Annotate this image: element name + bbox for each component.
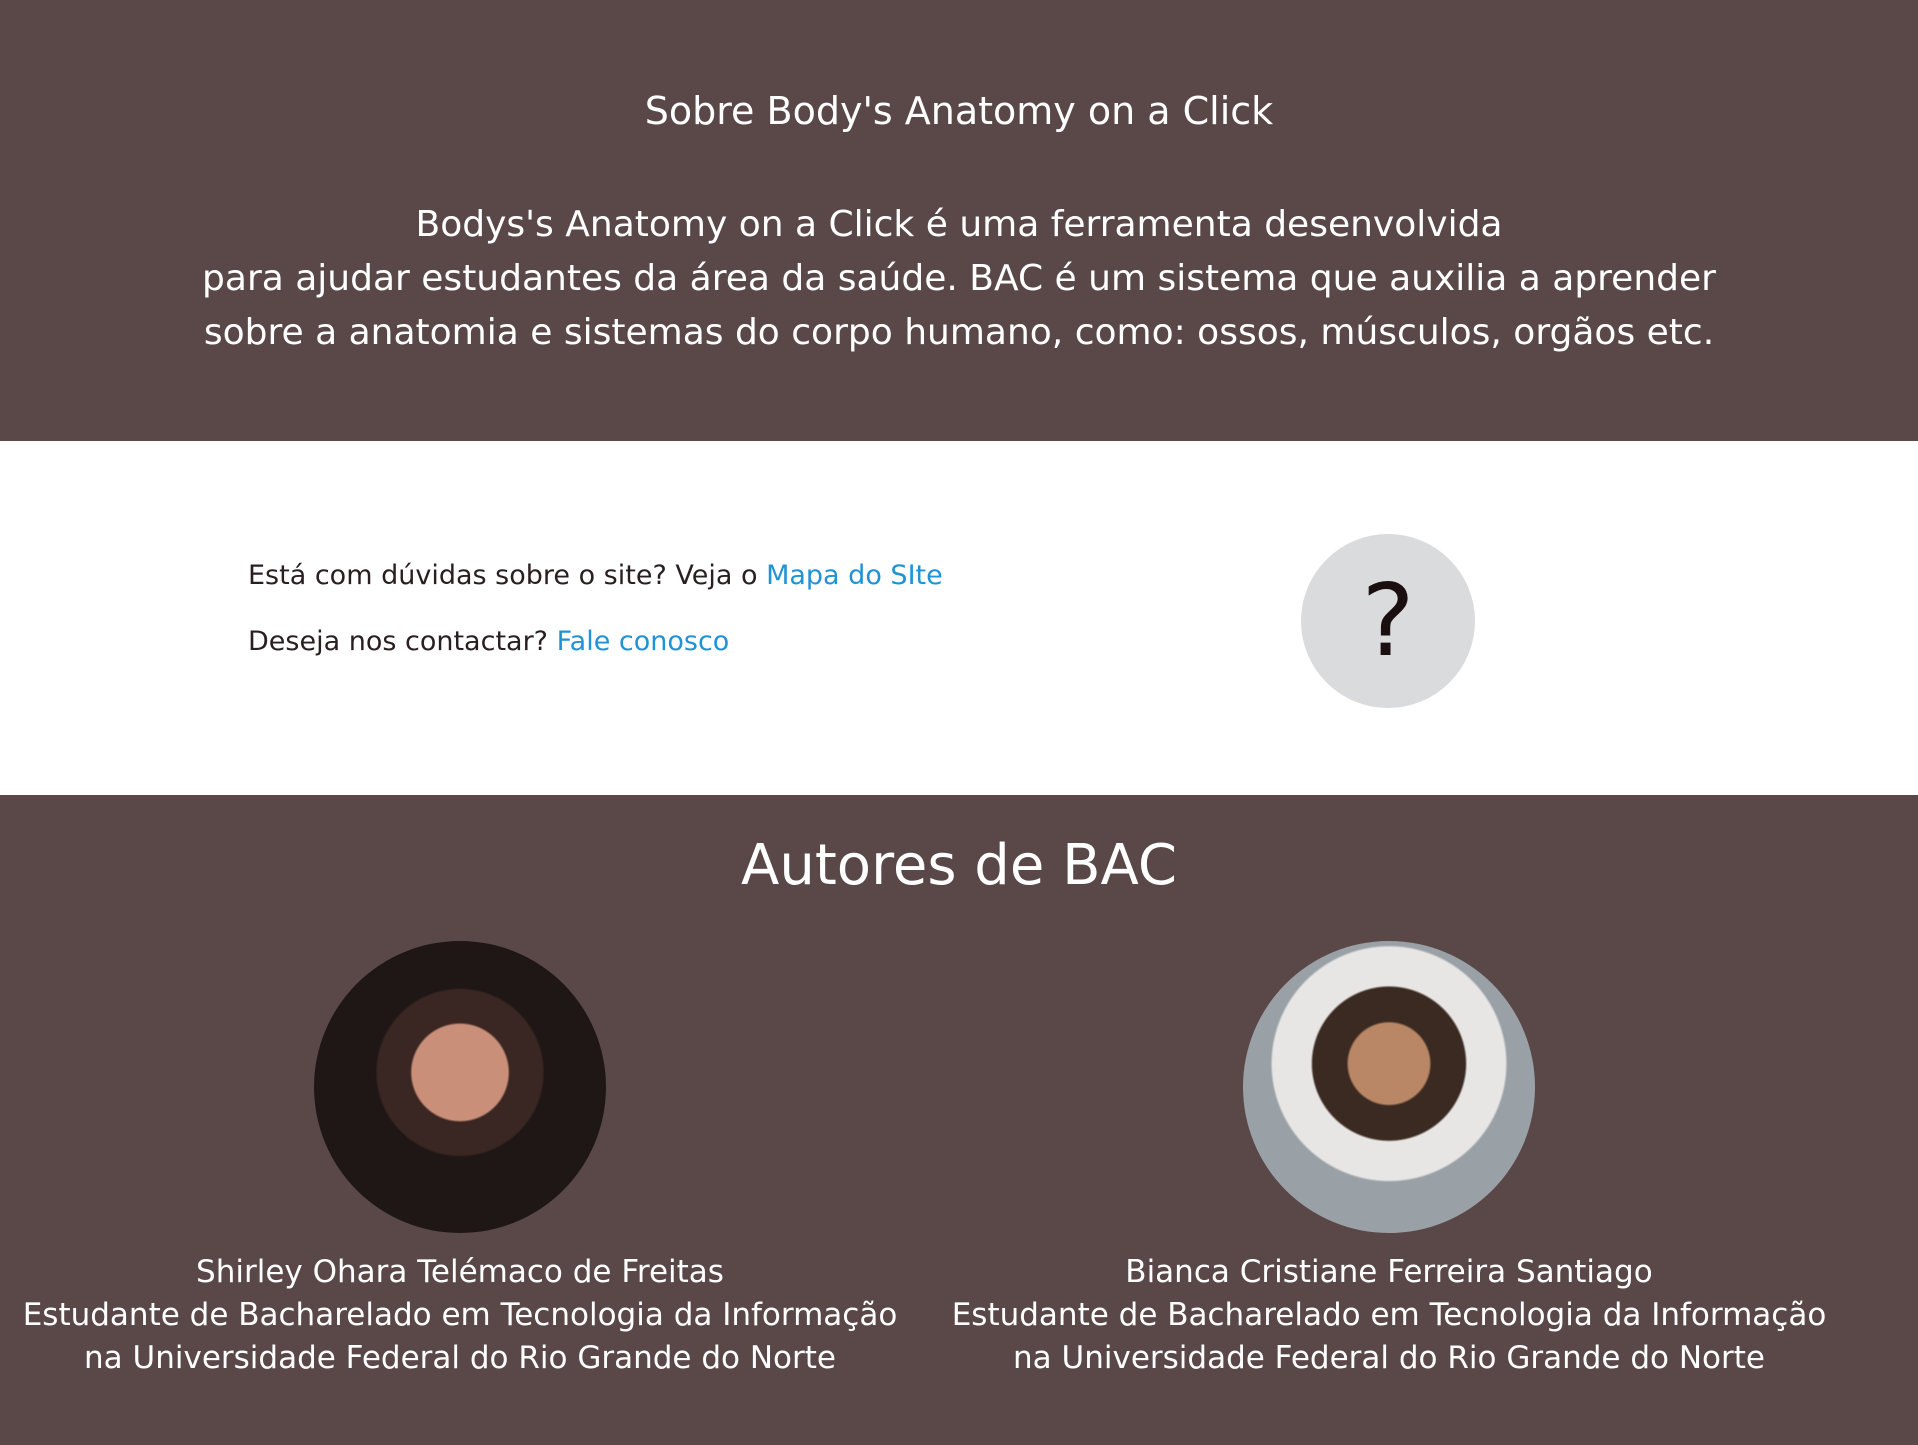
site-map-question: Está com dúvidas sobre o site? Veja o Ma… (248, 556, 943, 596)
contact-question-text: Deseja nos contactar? (248, 626, 557, 657)
author-role: Estudante de Bacharelado em Tecnologia d… (22, 1297, 898, 1333)
authors-section: Autores de BAC Shirley Ohara Telémaco de… (0, 795, 1918, 1445)
author-card: Shirley Ohara Telémaco de Freitas Estuda… (20, 941, 900, 1380)
about-title: Sobre Body's Anatomy on a Click (644, 89, 1274, 133)
author-photo (1243, 941, 1535, 1233)
help-section: Está com dúvidas sobre o site? Veja o Ma… (0, 441, 1918, 795)
author-university: na Universidade Federal do Rio Grande do… (84, 1340, 836, 1376)
about-description-line: sobre a anatomia e sistemas do corpo hum… (203, 312, 1715, 353)
about-description-line: para ajudar estudantes da área da saúde.… (202, 258, 1716, 299)
author-card: Bianca Cristiane Ferreira Santiago Estud… (949, 941, 1829, 1380)
authors-title: Autores de BAC (741, 833, 1177, 898)
question-mark-icon: ? (1301, 534, 1475, 708)
author-photo (314, 941, 606, 1233)
contact-link[interactable]: Fale conosco (557, 626, 730, 657)
about-description: Bodys's Anatomy on a Click é uma ferrame… (0, 198, 1918, 360)
author-name: Bianca Cristiane Ferreira Santiago (1125, 1254, 1653, 1290)
site-map-question-text: Está com dúvidas sobre o site? Veja o (248, 560, 767, 591)
about-section: Sobre Body's Anatomy on a Click Bodys's … (0, 0, 1918, 441)
author-role: Estudante de Bacharelado em Tecnologia d… (951, 1297, 1827, 1333)
author-name: Shirley Ohara Telémaco de Freitas (196, 1254, 724, 1290)
contact-question: Deseja nos contactar? Fale conosco (248, 622, 729, 662)
author-university: na Universidade Federal do Rio Grande do… (1013, 1340, 1765, 1376)
site-map-link[interactable]: Mapa do SIte (766, 560, 943, 591)
about-description-line: Bodys's Anatomy on a Click é uma ferrame… (415, 204, 1503, 245)
